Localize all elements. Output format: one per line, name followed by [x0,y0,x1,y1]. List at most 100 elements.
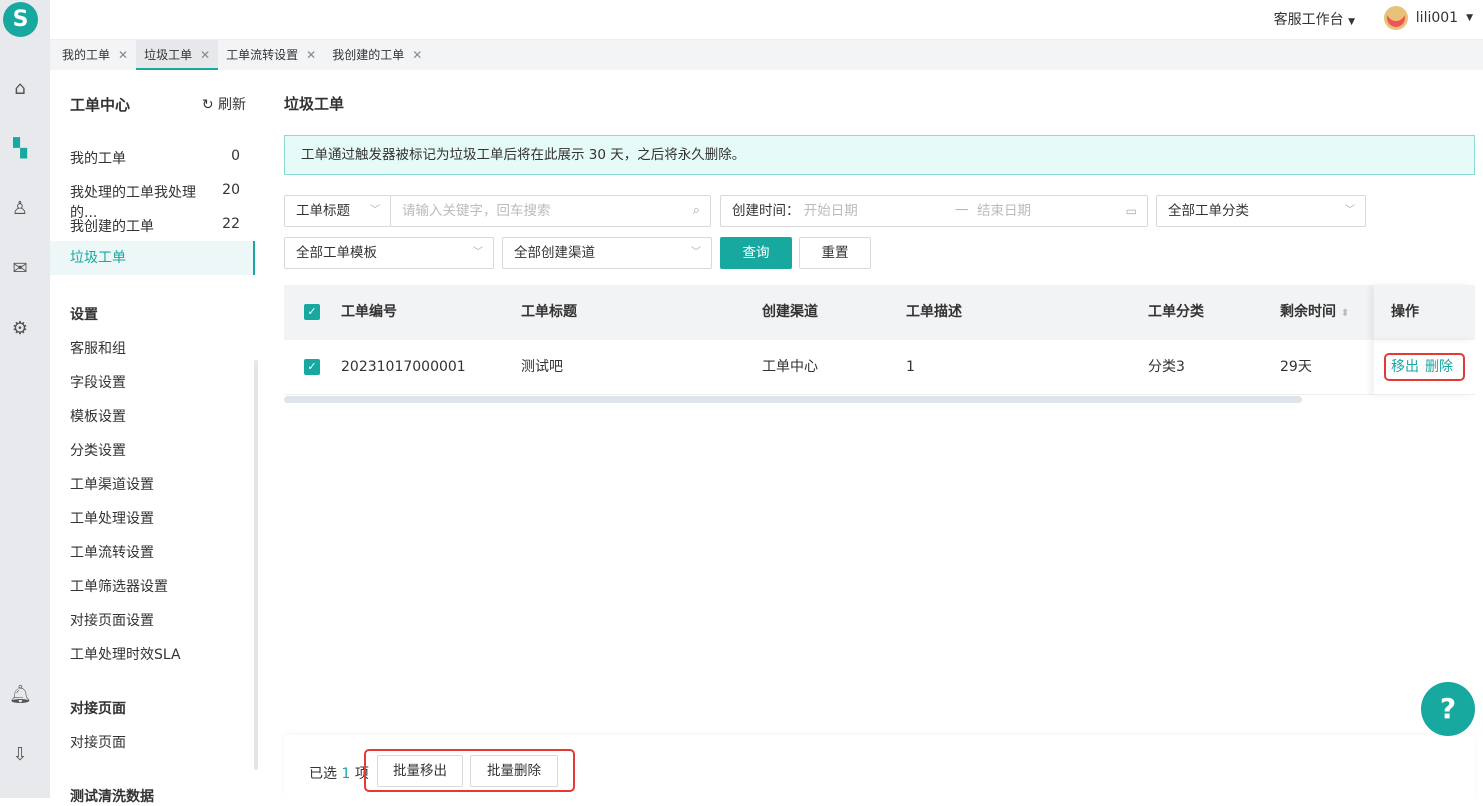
tab-label: 我的工单 [62,48,111,62]
tab-label: 垃圾工单 [144,48,193,62]
top-bar: 客服工作台 ▼ lili001 ▼ [50,0,1483,40]
row-checkbox[interactable]: ✓ [304,359,320,375]
app-logo[interactable]: S [3,2,38,37]
close-icon[interactable]: ✕ [118,40,128,70]
mail-icon[interactable]: ✉ [9,258,31,280]
item-label: 垃圾工单 [70,250,126,266]
cell-title: 测试吧 [521,359,563,375]
cell-remaining: 29天 [1280,359,1312,375]
sidebar-item-settings[interactable]: 工单处理时效SLA [70,644,240,664]
dock-heading: 对接页面 [70,701,126,717]
channel-select[interactable]: 全部创建渠道 ﹀ [502,237,712,269]
sidebar-item-my-tickets[interactable]: 我的工单 0 [70,148,240,168]
category-value: 全部工单分类 [1168,203,1249,219]
tab-created-tickets[interactable]: 我创建的工单 ✕ [324,40,430,70]
selected-count-text: 已选 1 项 [309,763,369,783]
refresh-label: 刷新 [218,97,246,113]
item-label: 我创建的工单 [70,219,154,235]
table-horizontal-scrollbar[interactable] [284,396,1302,403]
cell-id: 20231017000001 [341,359,466,375]
sidebar: 工单中心 ↻ 刷新 我的工单 0 我处理的工单我处理的... 20 我创建的工单 22… [50,70,260,805]
username: lili001 [1415,10,1459,26]
search-placeholder: 请输入关键字，回车搜索 [402,203,551,219]
sidebar-item-settings[interactable]: 模板设置 [70,406,240,426]
close-icon[interactable]: ✕ [200,40,210,68]
page-title: 垃圾工单 [284,95,345,113]
apps-icon[interactable]: ▚ [9,138,31,160]
home-icon[interactable]: ⌂ [9,78,31,100]
col-remaining[interactable]: 剩余时间 ⬍ [1280,285,1349,341]
channel-value: 全部创建渠道 [514,245,595,261]
caret-down-icon: ▼ [1348,17,1355,27]
contacts-icon[interactable]: ♙ [9,198,31,220]
table-row[interactable]: ✓ 20231017000001 测试吧 工单中心 1 分类3 29天 移出 删… [284,340,1475,395]
chevron-down-icon: ﹀ [691,247,701,258]
search-icon: ⌕ [692,203,700,218]
chevron-down-icon: ﹀ [1345,205,1355,216]
cell-channel: 工单中心 [762,359,818,375]
refresh-button[interactable]: ↻ 刷新 [202,94,246,114]
sidebar-item-settings[interactable]: 分类设置 [70,440,240,460]
settings-heading: 设置 [70,307,98,323]
sidebar-item-spam[interactable]: 垃圾工单 [50,241,255,275]
sidebar-item-settings[interactable]: 客服和组 [70,338,240,358]
cell-desc: 1 [906,359,915,375]
date-separator: 一 [955,203,969,219]
caret-down-icon: ▼ [1466,13,1473,23]
search-input[interactable]: 请输入关键字，回车搜索 ⌕ [390,195,711,227]
calendar-icon: ▭ [1125,204,1137,218]
col-channel: 创建渠道 [762,304,818,320]
item-count: 0 [231,148,240,164]
date-range-picker[interactable]: 创建时间： 开始日期 一结束日期 ▭ [720,195,1148,227]
sidebar-item-dock[interactable]: 对接页面 [70,732,240,752]
tab-spam-tickets[interactable]: 垃圾工单 ✕ [136,40,219,70]
end-date[interactable]: 结束日期 [977,196,1031,226]
close-icon[interactable]: ✕ [306,40,316,70]
query-button[interactable]: 查询 [720,237,792,269]
sort-icon[interactable]: ⬍ [1341,308,1349,319]
item-label: 我的工单 [70,151,126,167]
col-actions: 操作 [1391,304,1419,320]
bell-icon[interactable]: 🔔︎ [9,684,32,706]
cell-category: 分类3 [1148,359,1185,375]
download-icon[interactable]: ⇩ [9,744,31,766]
col-category: 工单分类 [1148,304,1204,320]
tab-label: 工单流转设置 [226,48,299,62]
user-menu[interactable]: lili001 ▼ [1383,6,1473,30]
chevron-down-icon: ﹀ [473,247,483,258]
sidebar-item-settings[interactable]: 字段设置 [70,372,240,392]
template-value: 全部工单模板 [296,245,377,261]
help-button[interactable]: ? [1421,682,1475,736]
clean-heading: 测试清洗数据 [70,789,154,805]
tab-my-tickets[interactable]: 我的工单 ✕ [54,40,136,70]
workspace-label: 客服工作台 [1273,12,1344,28]
info-alert: 工单通过触发器被标记为垃圾工单后将在此展示 30 天，之后将永久删除。 [284,135,1475,175]
field-select[interactable]: 工单标题 ﹀ [284,195,391,227]
batch-footer: 已选 1 项 批量移出 批量删除 [284,735,1475,798]
app-rail: S ⌂ ▚ ♙ ✉ ⚙ 🔔︎ ⇩ [0,0,50,798]
gear-icon[interactable]: ⚙ [9,318,31,340]
template-select[interactable]: 全部工单模板 ﹀ [284,237,494,269]
sidebar-item-settings[interactable]: 工单流转设置 [70,542,240,562]
close-icon[interactable]: ✕ [412,40,422,70]
select-all-checkbox[interactable]: ✓ [304,304,320,320]
start-date[interactable]: 开始日期 [804,203,858,219]
col-remaining-label: 剩余时间 [1280,304,1336,320]
tab-flow-settings[interactable]: 工单流转设置 ✕ [218,40,324,70]
category-select[interactable]: 全部工单分类 ﹀ [1156,195,1366,227]
sidebar-item-settings[interactable]: 工单渠道设置 [70,474,240,494]
sidebar-item-settings[interactable]: 工单筛选器设置 [70,576,240,596]
sidebar-item-created[interactable]: 我创建的工单 22 [70,216,240,236]
highlight-box [364,749,575,792]
item-count: 22 [222,216,240,232]
selected-count: 1 [341,766,351,782]
sidebar-scrollbar[interactable] [254,360,258,770]
sidebar-item-settings[interactable]: 对接页面设置 [70,610,240,630]
sidebar-title: 工单中心 [70,96,131,114]
sidebar-item-settings[interactable]: 工单处理设置 [70,508,240,528]
reset-button[interactable]: 重置 [799,237,871,269]
col-title: 工单标题 [521,304,577,320]
workspace-dropdown[interactable]: 客服工作台 ▼ [1274,9,1355,29]
col-id: 工单编号 [341,304,397,320]
date-label: 创建时间： [732,203,800,219]
